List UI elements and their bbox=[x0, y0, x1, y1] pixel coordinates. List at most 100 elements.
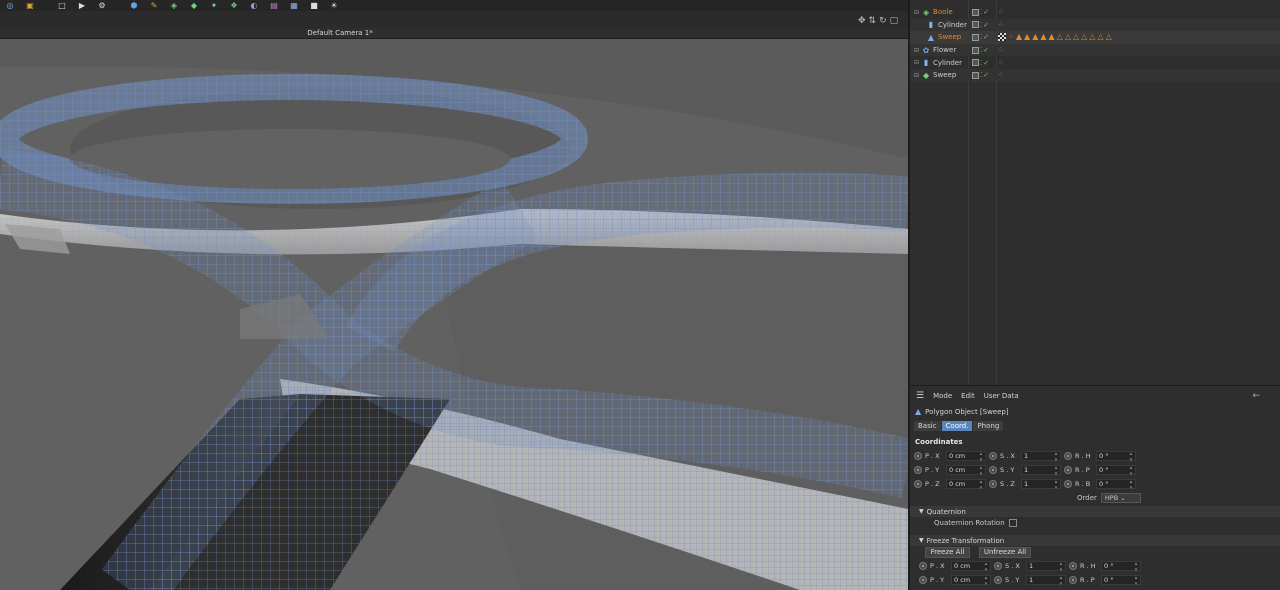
selection-tag-icon[interactable]: ▲ bbox=[1032, 33, 1038, 41]
expand-toggle-icon[interactable]: ⊟ bbox=[914, 9, 919, 16]
render-icon[interactable]: ▣ bbox=[22, 0, 38, 11]
object-name[interactable]: Sweep bbox=[933, 71, 956, 79]
keyframe-radio-icon[interactable] bbox=[914, 466, 922, 474]
light-icon[interactable]: ☀ bbox=[326, 0, 342, 11]
coordinate-input[interactable]: 0 cm bbox=[951, 561, 991, 573]
cube-icon[interactable]: ⬢ bbox=[126, 0, 142, 11]
unfreeze-all-button[interactable]: Unfreeze All bbox=[979, 547, 1031, 558]
keyframe-radio-icon[interactable] bbox=[919, 576, 927, 584]
play-icon[interactable]: ▶ bbox=[74, 0, 90, 11]
rotate-view-icon[interactable]: ↻ bbox=[879, 16, 887, 26]
maximize-view-icon[interactable]: ▢ bbox=[890, 16, 899, 26]
freeze-all-button[interactable]: Freeze All bbox=[925, 547, 970, 558]
effector-icon[interactable]: ▤ bbox=[266, 0, 282, 11]
coordinate-input[interactable]: 0 cm bbox=[951, 575, 991, 587]
menu-edit[interactable]: Edit bbox=[961, 392, 975, 400]
texture-tag-icon[interactable] bbox=[998, 33, 1006, 42]
selection-tag-icon[interactable]: △ bbox=[1089, 33, 1095, 41]
generator-icon[interactable]: ◆ bbox=[186, 0, 202, 11]
3d-viewport[interactable]: Default Camera 1* bbox=[0, 28, 908, 590]
coordinate-input[interactable]: 1 bbox=[1021, 451, 1061, 463]
enabled-check-icon[interactable]: ✓ bbox=[983, 8, 989, 16]
object-row[interactable]: ⊟ ▮ Cylinder ⁚ ✓ ⁘ bbox=[910, 56, 1280, 69]
keyframe-radio-icon[interactable] bbox=[914, 480, 922, 488]
tab-basic[interactable]: Basic bbox=[914, 421, 941, 431]
settings-icon[interactable]: ⚙ bbox=[94, 0, 110, 11]
keyframe-radio-icon[interactable] bbox=[989, 480, 997, 488]
phong-tag-icon[interactable]: ⁘ bbox=[998, 8, 1004, 16]
object-name[interactable]: Cylinder bbox=[938, 21, 967, 29]
selection-tag-icon[interactable]: ▲ bbox=[1049, 33, 1055, 41]
menu-mode[interactable]: Mode bbox=[933, 392, 952, 400]
coordinate-input[interactable]: 0 ° bbox=[1101, 575, 1141, 587]
layer-box[interactable] bbox=[972, 21, 979, 29]
camera-icon[interactable]: ■ bbox=[306, 0, 322, 11]
coordinate-input[interactable]: 0 cm bbox=[946, 451, 986, 463]
expand-toggle-icon[interactable]: ⊟ bbox=[914, 72, 919, 79]
pen-icon[interactable]: ✎ bbox=[146, 0, 162, 11]
phong-tag-icon[interactable]: ⁘ bbox=[998, 46, 1004, 54]
object-name[interactable]: Cylinder bbox=[933, 59, 962, 67]
selection-tag-icon[interactable]: ▲ bbox=[1024, 33, 1030, 41]
phong-tag-icon[interactable]: ⁘ bbox=[998, 21, 1004, 29]
visibility-dots-icon[interactable]: ⁚ bbox=[980, 33, 982, 41]
selection-tag-icon[interactable]: △ bbox=[1057, 33, 1063, 41]
selection-tag-icon[interactable]: ▲ bbox=[1040, 33, 1046, 41]
selection-tag-icon[interactable]: △ bbox=[1106, 33, 1112, 41]
keyframe-radio-icon[interactable] bbox=[919, 562, 927, 570]
object-row[interactable]: ⊟ ◆ Sweep ⁚ ✓ ⁘ bbox=[910, 69, 1280, 82]
coordinate-input[interactable]: 0 ° bbox=[1096, 465, 1136, 477]
spline-icon[interactable]: ◐ bbox=[246, 0, 262, 11]
array-icon[interactable]: ❖ bbox=[226, 0, 242, 11]
subdivision-icon[interactable]: ◈ bbox=[166, 0, 182, 11]
selection-tag-icon[interactable]: ▲ bbox=[1016, 33, 1022, 41]
visibility-dots-icon[interactable]: ⁚ bbox=[980, 71, 982, 79]
phong-tag-icon[interactable]: ⁘ bbox=[998, 59, 1004, 67]
coordinate-input[interactable]: 0 ° bbox=[1101, 561, 1141, 573]
object-name[interactable]: Flower bbox=[933, 46, 956, 54]
menu-user-data[interactable]: User Data bbox=[984, 392, 1019, 400]
keyframe-radio-icon[interactable] bbox=[1069, 562, 1077, 570]
visibility-dots-icon[interactable]: ⁚ bbox=[980, 59, 982, 67]
coordinate-input[interactable]: 1 bbox=[1026, 575, 1066, 587]
order-select[interactable]: HPB ⌄ bbox=[1100, 493, 1141, 503]
selection-tag-icon[interactable]: △ bbox=[1081, 33, 1087, 41]
selection-tag-icon[interactable]: △ bbox=[1097, 33, 1103, 41]
selection-tag-icon[interactable]: △ bbox=[1065, 33, 1071, 41]
layer-box[interactable] bbox=[972, 33, 979, 41]
layer-box[interactable] bbox=[972, 8, 979, 16]
object-row[interactable]: ▲ Sweep ⁚ ✓ ⁘ ▲ ▲ ▲ ▲ ▲ △ △ △ △ △ △ △ bbox=[910, 31, 1280, 44]
object-row[interactable]: ▮ Cylinder ⁚ ✓ ⁘ bbox=[910, 18, 1280, 32]
object-name[interactable]: Sweep bbox=[938, 33, 961, 41]
coordinate-input[interactable]: 0 cm bbox=[946, 479, 986, 491]
move-view-icon[interactable]: ✥ bbox=[858, 16, 866, 26]
coordinate-input[interactable]: 1 bbox=[1021, 479, 1061, 491]
expand-toggle-icon[interactable]: ⊟ bbox=[914, 47, 919, 54]
layer-box[interactable] bbox=[972, 46, 979, 54]
keyframe-radio-icon[interactable] bbox=[994, 576, 1002, 584]
hamburger-menu-icon[interactable]: ☰ bbox=[916, 391, 924, 401]
coordinate-input[interactable]: 0 ° bbox=[1096, 451, 1136, 463]
object-name[interactable]: Boole bbox=[933, 8, 953, 16]
keyframe-radio-icon[interactable] bbox=[989, 452, 997, 460]
visibility-dots-icon[interactable]: ⁚ bbox=[980, 46, 982, 54]
keyframe-radio-icon[interactable] bbox=[1064, 480, 1072, 488]
enabled-check-icon[interactable]: ✓ bbox=[983, 33, 989, 41]
dolly-view-icon[interactable]: ⇅ bbox=[869, 16, 877, 26]
viewport-scene[interactable] bbox=[0, 39, 908, 590]
layer-box[interactable] bbox=[972, 59, 979, 67]
enabled-check-icon[interactable]: ✓ bbox=[983, 71, 989, 79]
keyframe-radio-icon[interactable] bbox=[994, 562, 1002, 570]
render-settings-icon[interactable]: ◎ bbox=[2, 0, 18, 11]
new-doc-icon[interactable]: □ bbox=[54, 0, 70, 11]
quaternion-section[interactable]: ▼ Quaternion bbox=[910, 506, 1280, 517]
keyframe-radio-icon[interactable] bbox=[914, 452, 922, 460]
coordinate-input[interactable]: 1 bbox=[1026, 561, 1066, 573]
layer-box[interactable] bbox=[972, 71, 979, 79]
enabled-check-icon[interactable]: ✓ bbox=[983, 59, 989, 67]
object-row[interactable]: ⊟ ◈ Boole ⁚ ✓ ⁘ bbox=[910, 6, 1280, 19]
keyframe-radio-icon[interactable] bbox=[1064, 452, 1072, 460]
coordinate-input[interactable]: 0 ° bbox=[1096, 479, 1136, 491]
expand-toggle-icon[interactable]: ⊟ bbox=[914, 59, 919, 66]
phong-tag-icon[interactable]: ⁘ bbox=[1008, 33, 1014, 41]
